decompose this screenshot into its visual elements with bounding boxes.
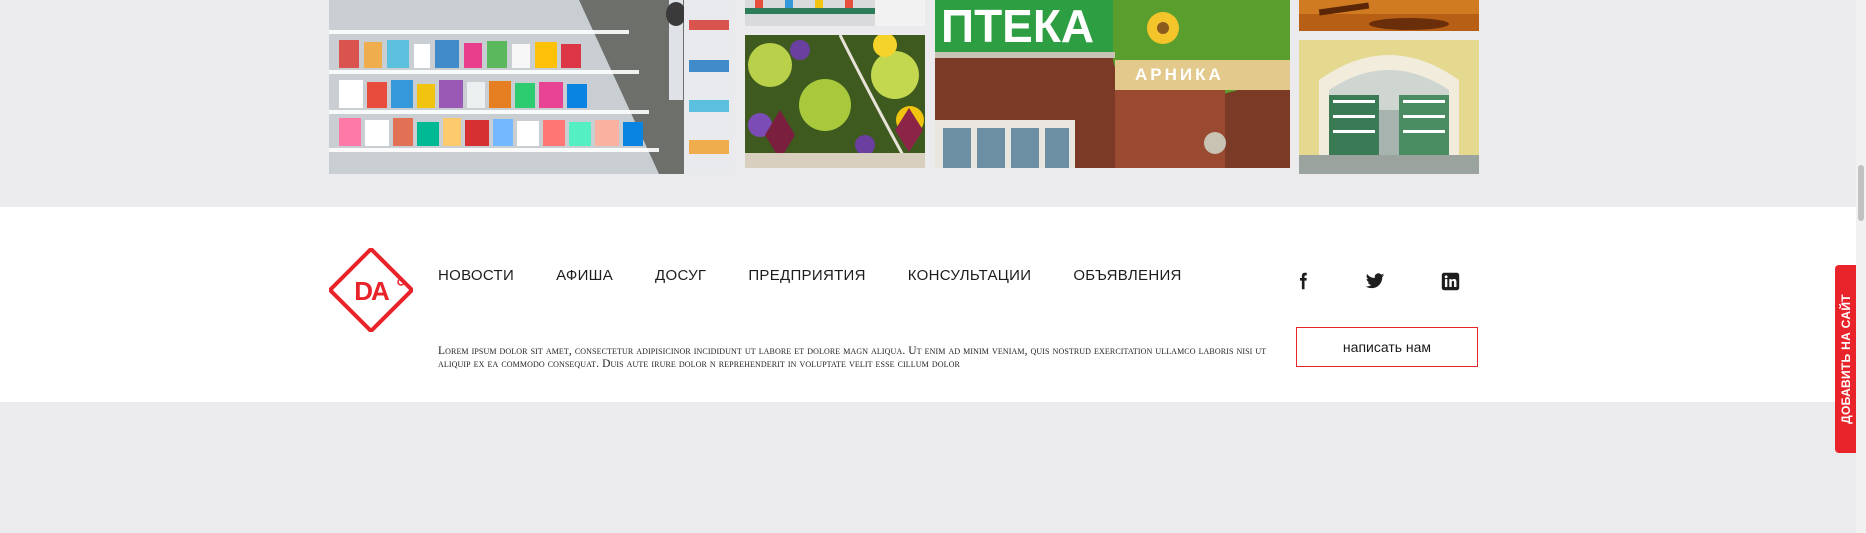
site-logo[interactable]: DA (327, 246, 415, 334)
page-scrollbar[interactable] (1856, 0, 1866, 533)
twitter-icon[interactable] (1364, 270, 1386, 292)
photo-gallery: ПТЕКА АРНИКА (0, 0, 1866, 207)
add-to-site-tab[interactable]: ДОБАВИТЬ НА САЙТ (1835, 265, 1856, 453)
facebook-icon[interactable] (1292, 270, 1314, 292)
linkedin-icon[interactable] (1439, 270, 1461, 292)
nav-item-leisure[interactable]: ДОСУГ (655, 267, 706, 287)
gallery-image-flower-bouquet[interactable] (745, 35, 925, 168)
storefront-brand-text: АРНИКА (1135, 65, 1224, 84)
footer-nav: НОВОСТИ АФИША ДОСУГ ПРЕДПРИЯТИЯ КОНСУЛЬТ… (438, 267, 1224, 287)
gallery-image-pharmacy-storefront[interactable]: ПТЕКА АРНИКА (935, 0, 1290, 168)
nav-item-news[interactable]: НОВОСТИ (438, 267, 514, 287)
scrollbar-thumb[interactable] (1858, 165, 1864, 221)
gallery-image-gavel[interactable] (1299, 0, 1479, 31)
storefront-sign-text: ПТЕКА (941, 0, 1094, 52)
nav-item-poster[interactable]: АФИША (556, 267, 613, 287)
footer-description: Lorem ipsum dolor sit amet, consectetur … (438, 344, 1267, 370)
nav-item-consultations[interactable]: КОНСУЛЬТАЦИИ (908, 267, 1032, 287)
logo-text: DA (354, 276, 390, 306)
site-footer (0, 207, 1866, 402)
write-to-us-button[interactable]: написать нам (1296, 327, 1478, 367)
gallery-image-pharmacy-hall[interactable] (1299, 40, 1479, 174)
gallery-image-pharmacy-interior[interactable] (745, 0, 925, 26)
gallery-image-pharmacy-shelves[interactable] (329, 0, 733, 174)
nav-item-ads[interactable]: ОБЪЯВЛЕНИЯ (1073, 267, 1181, 287)
nav-item-enterprises[interactable]: ПРЕДПРИЯТИЯ (748, 267, 865, 287)
add-to-site-label: ДОБАВИТЬ НА САЙТ (1838, 294, 1853, 424)
